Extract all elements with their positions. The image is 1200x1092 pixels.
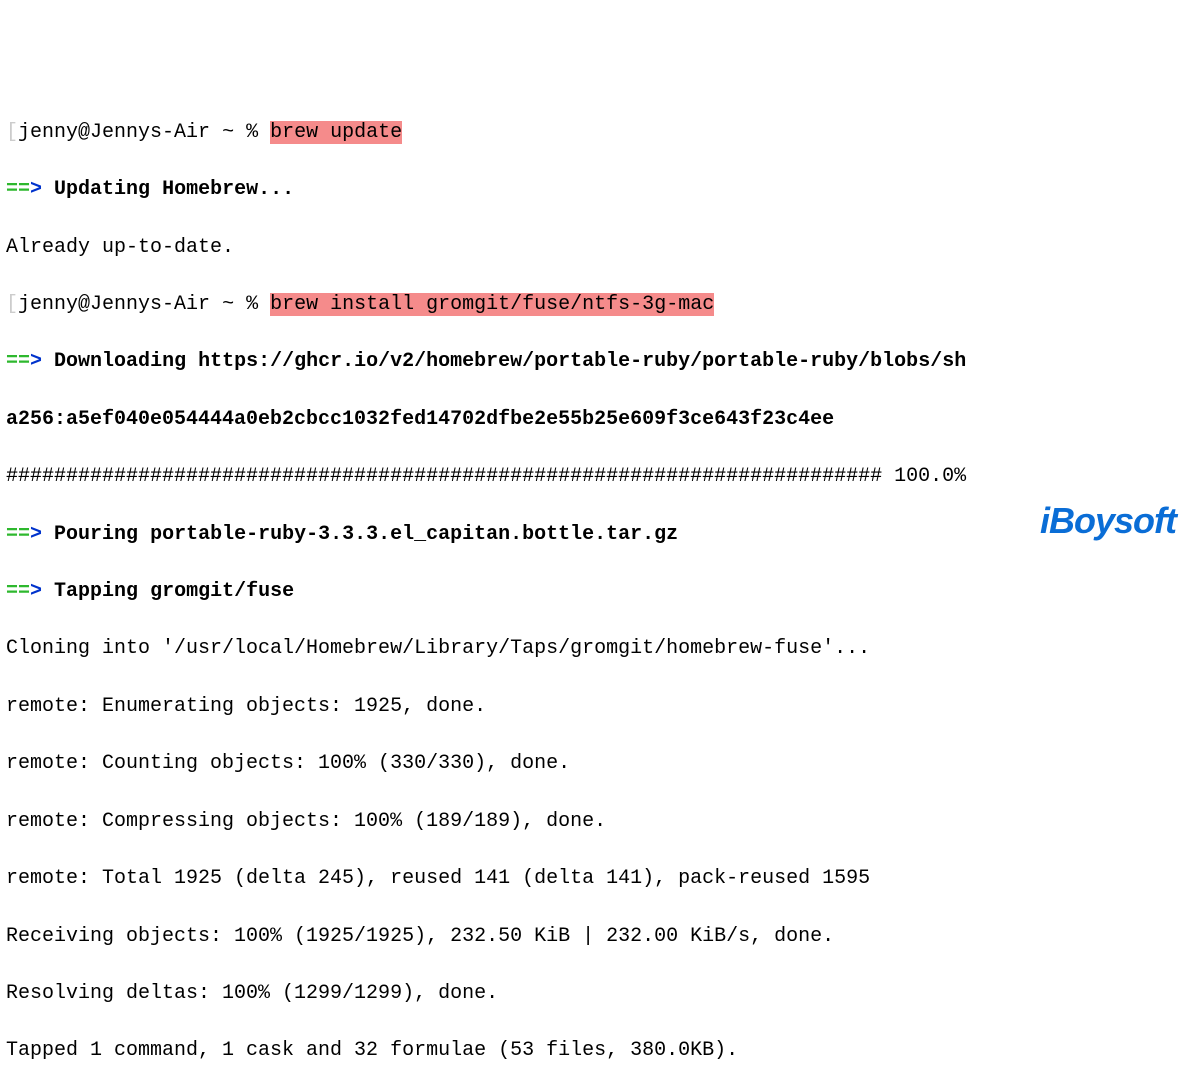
prompt-user: jenny@Jennys-Air — [18, 293, 210, 316]
remote-enum: remote: Enumerating objects: 1925, done. — [6, 693, 1194, 722]
prompt-sep: % — [246, 121, 258, 144]
prompt-sep: % — [246, 293, 258, 316]
download-text: Downloading https://ghcr.io/v2/homebrew/… — [54, 350, 966, 373]
prompt-line-1: [jenny@Jennys-Air ~ % brew update — [6, 119, 1194, 148]
prompt-path: ~ — [222, 121, 234, 144]
updating-line: ==> Updating Homebrew... — [6, 176, 1194, 205]
prompt-user: jenny@Jennys-Air — [18, 121, 210, 144]
resolving: Resolving deltas: 100% (1299/1299), done… — [6, 980, 1194, 1009]
already-uptodate: Already up-to-date. — [6, 234, 1194, 263]
tap-line: ==> Tapping gromgit/fuse — [6, 578, 1194, 607]
arrow-icon: == — [6, 178, 30, 201]
progress-bar: ########################################… — [6, 463, 1194, 492]
download-line-2: a256:a5ef040e054444a0eb2cbcc1032fed14702… — [6, 406, 1194, 435]
tap-text: Tapping gromgit/fuse — [54, 580, 294, 603]
remote-compress: remote: Compressing objects: 100% (189/1… — [6, 808, 1194, 837]
arrowhead-icon: > — [30, 178, 42, 201]
remote-count: remote: Counting objects: 100% (330/330)… — [6, 750, 1194, 779]
receiving: Receiving objects: 100% (1925/1925), 232… — [6, 923, 1194, 952]
pour-line: ==> Pouring portable-ruby-3.3.3.el_capit… — [6, 521, 1194, 550]
arrowhead-icon: > — [30, 580, 42, 603]
arrowhead-icon: > — [30, 350, 42, 373]
command-1[interactable]: brew update — [270, 121, 402, 144]
download-line-1: ==> Downloading https://ghcr.io/v2/homeb… — [6, 348, 1194, 377]
arrow-icon: == — [6, 580, 30, 603]
clone-line: Cloning into '/usr/local/Homebrew/Librar… — [6, 635, 1194, 664]
arrow-icon: == — [6, 350, 30, 373]
prompt-path: ~ — [222, 293, 234, 316]
pour-text: Pouring portable-ruby-3.3.3.el_capitan.b… — [54, 523, 678, 546]
prompt-line-2: [jenny@Jennys-Air ~ % brew install gromg… — [6, 291, 1194, 320]
bracket: [ — [6, 293, 18, 316]
arrow-icon: == — [6, 523, 30, 546]
updating-text: Updating Homebrew... — [54, 178, 294, 201]
tapped-summary: Tapped 1 command, 1 cask and 32 formulae… — [6, 1037, 1194, 1066]
arrowhead-icon: > — [30, 523, 42, 546]
remote-total: remote: Total 1925 (delta 245), reused 1… — [6, 865, 1194, 894]
command-2[interactable]: brew install gromgit/fuse/ntfs-3g-mac — [270, 293, 714, 316]
bracket: [ — [6, 121, 18, 144]
